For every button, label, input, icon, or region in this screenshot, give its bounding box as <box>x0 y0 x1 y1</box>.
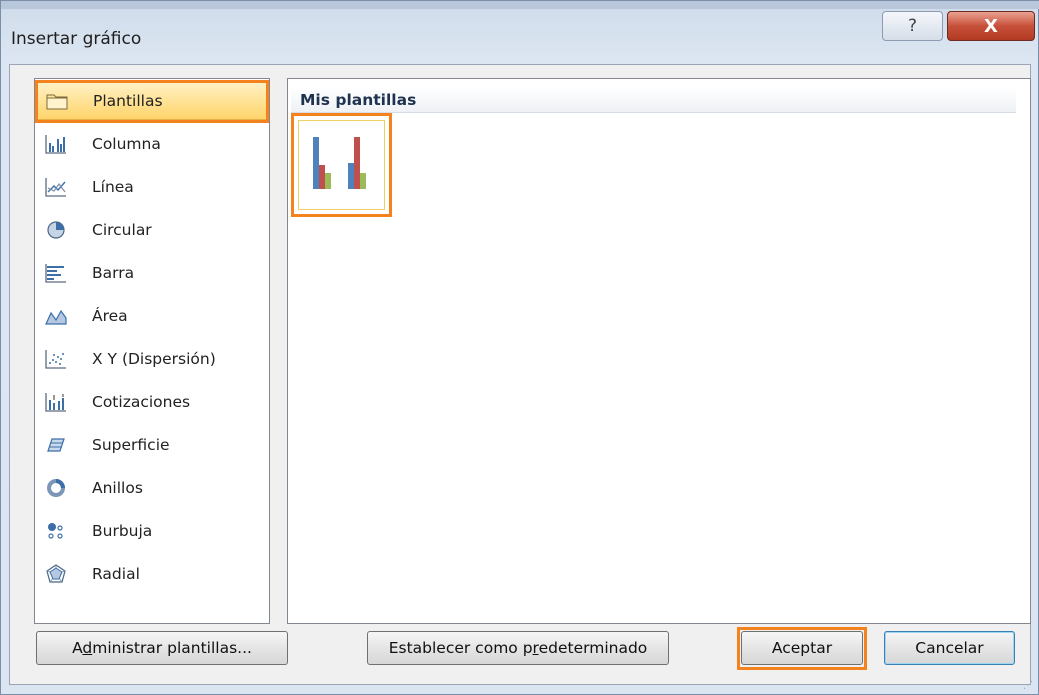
manage-templates-label: Administrar plantillas... <box>72 639 252 657</box>
sidebar-item-label: Circular <box>92 221 152 239</box>
sidebar-item-label: Radial <box>92 565 140 583</box>
ok-button-highlight <box>737 627 867 670</box>
bubble-chart-icon <box>44 519 68 543</box>
window-top-strip <box>1 1 1039 9</box>
sidebar-item-columna[interactable]: Columna <box>36 125 268 163</box>
resize-grip[interactable]: ⋰ <box>1023 680 1033 691</box>
section-title: Mis plantillas <box>291 87 1016 113</box>
dialog-title: Insertar gráfico <box>11 29 142 49</box>
cancel-button[interactable]: Cancelar <box>884 631 1015 665</box>
help-icon: ? <box>907 16 918 36</box>
sidebar-item-plantillas[interactable]: Plantillas <box>36 82 268 120</box>
surface-chart-icon <box>44 433 68 457</box>
cancel-label: Cancelar <box>915 639 984 657</box>
sidebar-item-label: Burbuja <box>92 522 153 540</box>
sidebar-item-label: Barra <box>92 264 135 282</box>
sidebar-item-label: Plantillas <box>93 92 163 110</box>
sidebar-item-anillos[interactable]: Anillos <box>36 469 268 507</box>
sidebar-item-superficie[interactable]: Superficie <box>36 426 268 464</box>
column-chart-icon <box>44 132 68 156</box>
sidebar-item-label: Línea <box>92 178 134 196</box>
scatter-chart-icon <box>44 347 68 371</box>
sidebar-item-dispersion[interactable]: X Y (Dispersión) <box>36 340 268 378</box>
sidebar-item-label: Área <box>92 307 128 325</box>
folder-icon <box>45 89 69 113</box>
bar-chart-icon <box>44 261 68 285</box>
sidebar-item-linea[interactable]: Línea <box>36 168 268 206</box>
pie-chart-icon <box>44 218 68 242</box>
sidebar-item-radial[interactable]: Radial <box>36 555 268 593</box>
sidebar-item-label: Cotizaciones <box>92 393 191 411</box>
set-default-button[interactable]: Establecer como predeterminado <box>367 631 669 665</box>
help-button[interactable]: ? <box>882 11 943 41</box>
sidebar-item-label: Columna <box>92 135 161 153</box>
sidebar-item-barra[interactable]: Barra <box>36 254 268 292</box>
close-icon: X <box>984 15 998 37</box>
template-preview <box>298 120 385 210</box>
sidebar-item-cotizaciones[interactable]: Cotizaciones <box>36 383 268 421</box>
sidebar-item-burbuja[interactable]: Burbuja <box>36 512 268 550</box>
line-chart-icon <box>44 175 68 199</box>
sidebar-item-area[interactable]: Área <box>36 297 268 335</box>
sidebar-item-label: Superficie <box>92 436 170 454</box>
sidebar-item-label: X Y (Dispersión) <box>92 350 216 368</box>
sidebar-item-label: Anillos <box>92 479 143 497</box>
manage-templates-button[interactable]: Administrar plantillas... <box>36 631 288 665</box>
set-default-label: Establecer como predeterminado <box>388 639 648 657</box>
templates-pane <box>287 78 1031 624</box>
stock-chart-icon <box>44 390 68 414</box>
area-chart-icon <box>44 304 68 328</box>
template-thumbnail[interactable] <box>291 113 392 217</box>
close-button[interactable]: X <box>947 11 1035 41</box>
doughnut-chart-icon <box>44 476 68 500</box>
radar-chart-icon <box>44 562 68 586</box>
sidebar-item-circular[interactable]: Circular <box>36 211 268 249</box>
clustered-column-template-icon <box>313 137 366 189</box>
